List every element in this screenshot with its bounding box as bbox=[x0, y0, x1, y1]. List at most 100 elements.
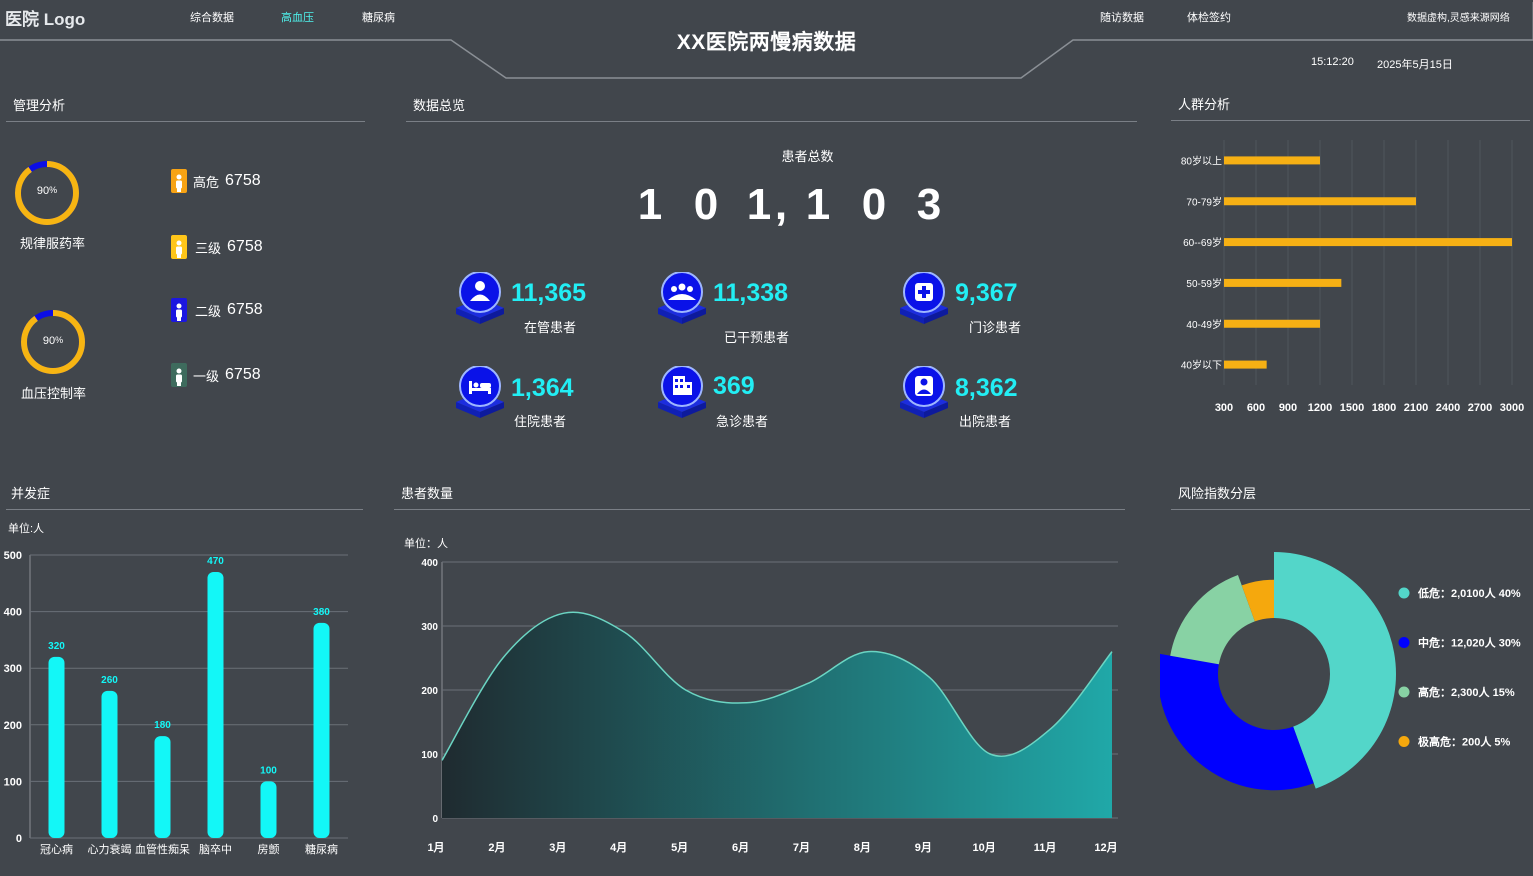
risk-grade1-value: 6758 bbox=[225, 366, 261, 383]
patients-unit: 单位：人 bbox=[404, 538, 448, 550]
patients-divider bbox=[394, 509, 1125, 510]
bar bbox=[1224, 238, 1512, 247]
legend-marker bbox=[1398, 686, 1410, 698]
managed-patients-label: 在管患者 bbox=[524, 320, 577, 335]
bar bbox=[260, 781, 277, 838]
x-tick-label: 脑卒中 bbox=[199, 842, 232, 856]
discharged-value: 8,362 bbox=[955, 374, 1018, 402]
legend-label: 高危：2,300人 15% bbox=[1418, 685, 1515, 699]
intervened-patients-value: 11,338 bbox=[713, 279, 789, 307]
outpatient-value: 9,367 bbox=[955, 279, 1018, 307]
x-tick-label: 4月 bbox=[610, 841, 627, 854]
bar bbox=[1224, 197, 1416, 206]
patients-title: 患者数量 bbox=[401, 486, 454, 501]
legend-label: 极高危：200人 5% bbox=[1418, 735, 1511, 749]
risk-high-value: 6758 bbox=[225, 172, 261, 189]
x-tick-label: 7月 bbox=[793, 841, 810, 854]
bp-control-percent: 90% bbox=[42, 335, 64, 347]
risk-grade2-value: 6758 bbox=[227, 301, 263, 318]
management-title: 管理分析 bbox=[13, 98, 66, 113]
bar bbox=[48, 656, 65, 838]
bar bbox=[154, 736, 171, 838]
total-digit: 1 bbox=[637, 180, 663, 229]
y-tick-label: 100 bbox=[421, 750, 438, 761]
risk-grade2-label: 二级 bbox=[195, 303, 222, 319]
inpatient-label: 住院患者 bbox=[514, 414, 567, 429]
y-tick-label: 70-79岁 bbox=[1186, 195, 1222, 208]
x-tick-label: 1800 bbox=[1372, 402, 1396, 414]
y-tick-label: 40岁以下 bbox=[1181, 359, 1222, 372]
x-tick-label: 冠心病 bbox=[40, 842, 73, 856]
patients-chart: 0 100 200 300 400 1月 2月 3月 4月 5月 6月 7月 8月 9月 10月 11月 12月 bbox=[421, 558, 1118, 854]
risk-title: 风险指数分层 bbox=[1178, 486, 1257, 501]
y-tick-label: 40-49岁 bbox=[1186, 318, 1222, 331]
x-tick-label: 1500 bbox=[1340, 402, 1364, 414]
y-tick-label: 60--69岁 bbox=[1183, 236, 1222, 249]
bar-value-label: 320 bbox=[48, 641, 65, 652]
pie-slice bbox=[1170, 574, 1255, 665]
complications-unit: 单位:人 bbox=[8, 523, 45, 535]
y-tick-label: 80岁以上 bbox=[1181, 154, 1222, 167]
bar bbox=[1224, 156, 1320, 165]
risk-high: 高危 6758 bbox=[171, 169, 261, 193]
discharged-label: 出院患者 bbox=[959, 414, 1012, 429]
x-tick-label: 300 bbox=[1215, 402, 1233, 414]
x-tick-label: 5月 bbox=[671, 841, 688, 854]
legend-marker bbox=[1398, 736, 1410, 747]
bar bbox=[207, 571, 224, 838]
emergency-label: 急诊患者 bbox=[716, 414, 769, 429]
y-tick-label: 500 bbox=[4, 550, 22, 562]
x-tick-label: 900 bbox=[1279, 402, 1297, 414]
bar bbox=[1224, 319, 1320, 328]
x-tick-label: 600 bbox=[1247, 402, 1265, 414]
adherence-percent: 90% bbox=[36, 185, 58, 197]
intervened-patients-label: 已干预患者 bbox=[724, 330, 790, 345]
group-icon bbox=[658, 272, 707, 325]
x-tick-label: 12月 bbox=[1094, 841, 1117, 854]
bar-value-label: 180 bbox=[154, 720, 171, 731]
x-tick-label: 1200 bbox=[1308, 402, 1332, 414]
bar bbox=[313, 622, 330, 838]
x-tick-label: 2月 bbox=[488, 841, 505, 854]
complications-divider bbox=[6, 509, 363, 510]
bar bbox=[101, 690, 118, 838]
y-tick-label: 200 bbox=[4, 720, 22, 732]
first-aid-icon bbox=[900, 272, 949, 325]
y-tick-label: 50-59岁 bbox=[1186, 277, 1222, 290]
pie-slice bbox=[1160, 653, 1314, 791]
management-divider bbox=[6, 121, 365, 122]
x-tick-label: 3000 bbox=[1500, 402, 1524, 414]
bar bbox=[1224, 278, 1342, 287]
x-tick-label: 2400 bbox=[1436, 402, 1460, 414]
emergency-value: 369 bbox=[713, 372, 755, 400]
person-icon bbox=[171, 363, 187, 387]
x-tick-label: 血管性痴呆 bbox=[135, 842, 190, 856]
y-tick-label: 300 bbox=[4, 663, 22, 675]
bar-value-label: 470 bbox=[207, 556, 224, 567]
adherence-label: 规律服药率 bbox=[20, 236, 86, 251]
inpatient-value: 1,364 bbox=[511, 374, 574, 402]
risk-high-label: 高危 bbox=[193, 174, 220, 190]
area-fill bbox=[442, 612, 1112, 818]
x-tick-label: 6月 bbox=[732, 841, 749, 854]
complications-title: 并发症 bbox=[11, 486, 51, 501]
legend-label: 中危：12,020人 30% bbox=[1418, 636, 1521, 650]
y-tick-label: 400 bbox=[421, 558, 438, 569]
legend-label: 低危：2,0100人 40% bbox=[1417, 586, 1521, 600]
x-tick-label: 心力衰竭 bbox=[88, 842, 132, 856]
hospital-building-icon bbox=[658, 366, 707, 419]
y-tick-label: 100 bbox=[4, 776, 22, 788]
x-tick-label: 房颤 bbox=[258, 842, 280, 856]
clock-time: 15:12:20 bbox=[1311, 56, 1354, 68]
legend-marker bbox=[1398, 637, 1410, 648]
total-digit: 1 bbox=[805, 180, 831, 229]
managed-patients-value: 11,365 bbox=[511, 279, 587, 307]
y-tick-label: 0 bbox=[16, 833, 22, 845]
patient-icon bbox=[456, 272, 505, 325]
x-tick-label: 10月 bbox=[973, 841, 996, 854]
bp-control-label: 血压控制率 bbox=[21, 386, 87, 401]
risk-grade3-label: 三级 bbox=[195, 240, 222, 256]
total-patients-label: 患者总数 bbox=[781, 149, 834, 164]
bed-icon bbox=[456, 366, 505, 419]
population-title: 人群分析 bbox=[1178, 97, 1231, 112]
